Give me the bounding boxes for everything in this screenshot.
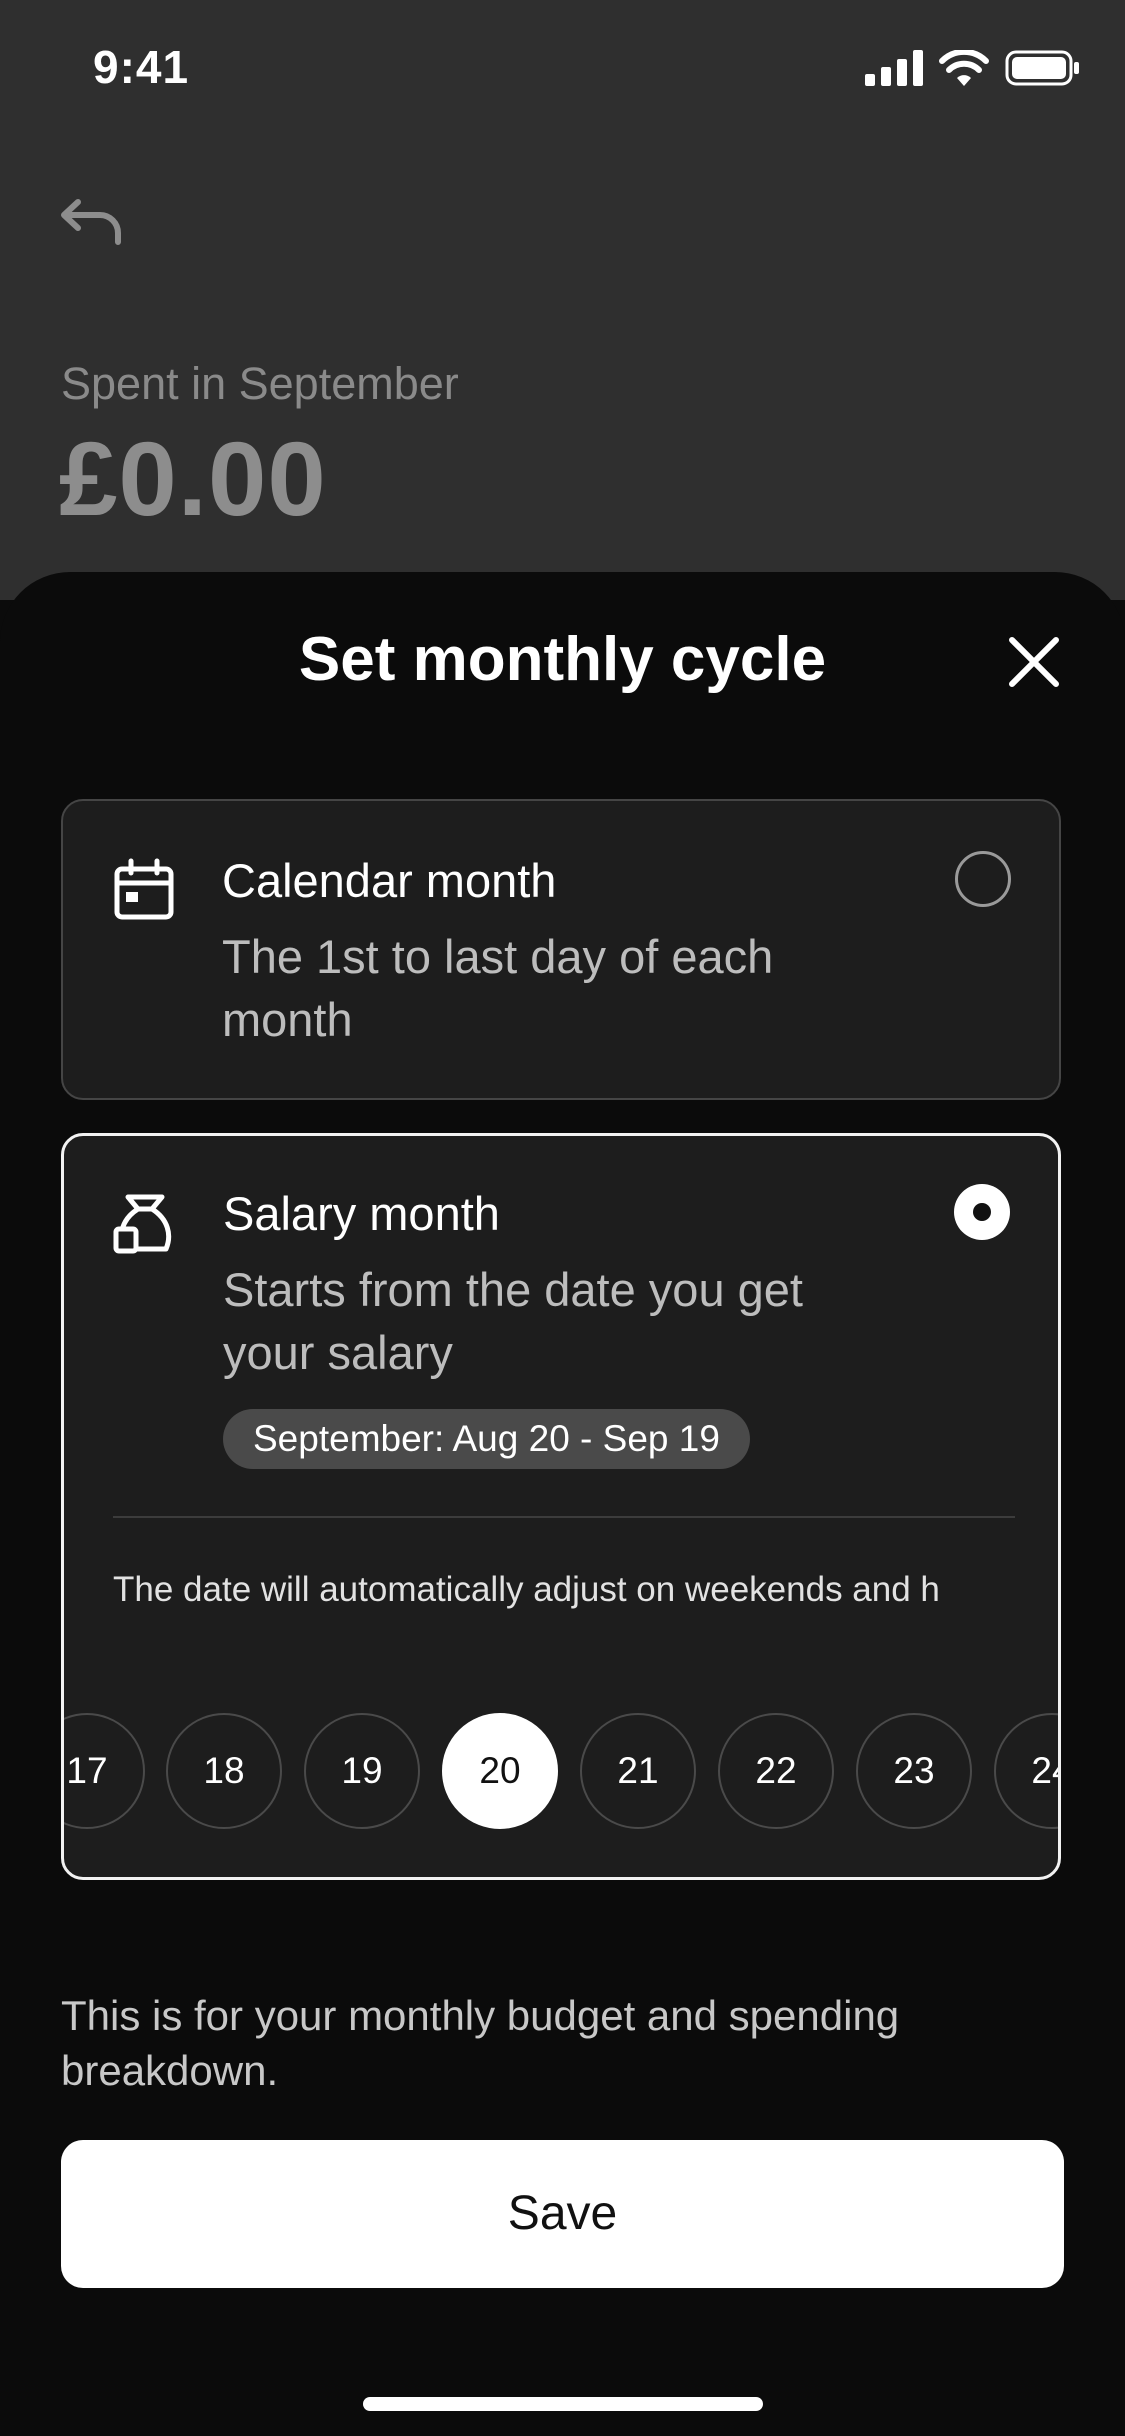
home-indicator [363,2397,763,2411]
status-time: 9:41 [93,41,190,93]
option-title: Salary month [223,1187,500,1240]
salary-day-picker[interactable]: 17 18 19 20 21 22 23 24 [64,1711,1058,1835]
auto-adjust-note: The date will automatically adjust on we… [113,1570,940,1609]
cellular-signal-icon [865,50,923,86]
footer-note: This is for your monthly budget and spen… [61,1992,900,2094]
back-arrow-icon[interactable] [56,190,126,250]
radio-salary-month[interactable] [954,1184,1010,1240]
day-option[interactable]: 18 [166,1713,282,1829]
background-screen: 9:41 Spent in September £0.00 [0,0,1125,600]
spent-amount: £0.00 [59,421,327,538]
battery-icon [1005,50,1079,86]
save-button[interactable]: Save [61,2140,1064,2288]
option-description: Starts from the date you get your salary [223,1263,803,1379]
day-option[interactable]: 22 [718,1713,834,1829]
day-option[interactable]: 24 [994,1713,1058,1829]
day-option[interactable]: 17 [64,1713,145,1829]
wifi-icon [939,50,989,86]
close-icon[interactable] [1004,632,1064,692]
radio-calendar-month[interactable] [955,851,1011,907]
money-bag-icon [113,1194,172,1254]
calendar-icon [114,858,174,920]
divider [113,1516,1015,1518]
option-title: Calendar month [222,854,557,907]
option-calendar-month[interactable]: Calendar month The 1st to last day of ea… [61,799,1061,1100]
day-option[interactable]: 23 [856,1713,972,1829]
option-salary-month[interactable]: Salary month Starts from the date you ge… [61,1133,1061,1880]
option-description: The 1st to last day of each month [222,930,774,1046]
status-bar: 9:41 [0,0,1125,140]
status-icons [865,50,1081,86]
day-option[interactable]: 19 [304,1713,420,1829]
day-option[interactable]: 21 [580,1713,696,1829]
period-chip: September: Aug 20 - Sep 19 [223,1409,750,1469]
sheet-title: Set monthly cycle [298,625,827,694]
spent-label: Spent in September [61,358,459,409]
day-option-selected[interactable]: 20 [442,1713,558,1829]
